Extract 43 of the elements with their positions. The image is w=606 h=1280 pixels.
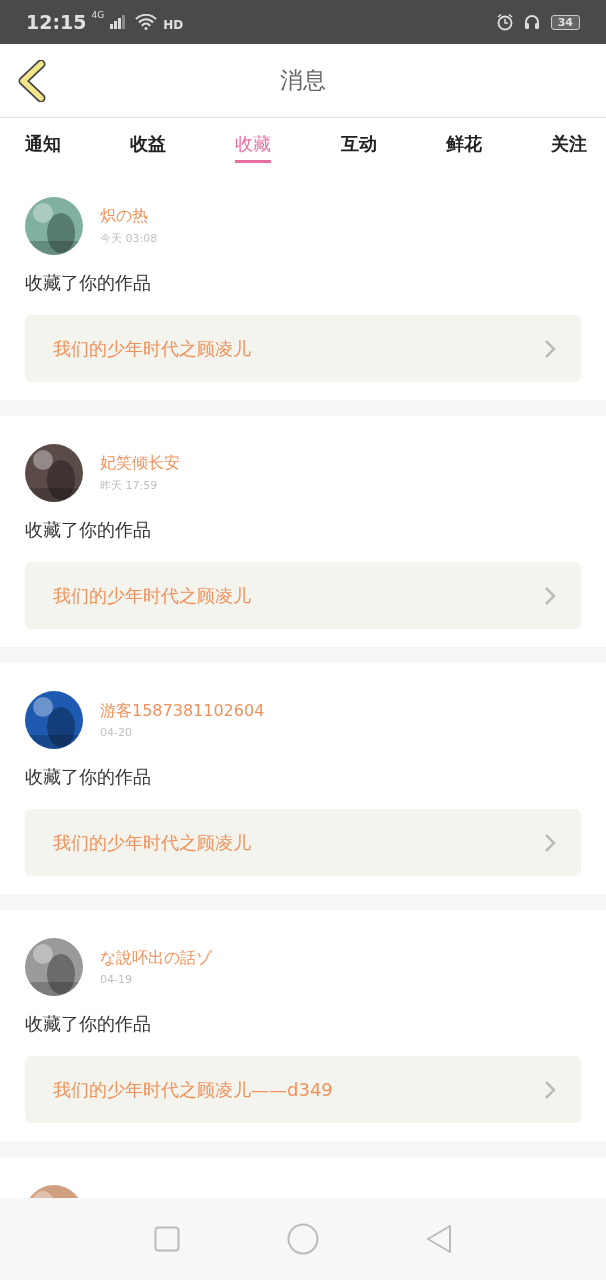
back-nav-icon[interactable] bbox=[426, 1224, 453, 1254]
message-time: 昨天 17:59 bbox=[100, 478, 159, 493]
work-title: 我们的少年时代之顾凌儿 bbox=[53, 830, 251, 855]
tab[interactable]: 互动 bbox=[325, 118, 392, 163]
work-title: 我们的少年时代之顾凌儿——d349 bbox=[53, 1077, 333, 1102]
page-title: 消息 bbox=[280, 66, 326, 95]
work-link[interactable]: 我们的少年时代之顾凌儿 bbox=[25, 315, 581, 382]
message-text: 收藏了你的作品 bbox=[25, 518, 152, 542]
user-name[interactable]: 游客1587381102604 bbox=[100, 701, 265, 722]
clock-time: 12:15 bbox=[26, 11, 87, 33]
hd-label: HD bbox=[163, 18, 184, 32]
work-link[interactable]: 我们的少年时代之顾凌儿——d349 bbox=[25, 1056, 581, 1123]
work-link[interactable]: 我们的少年时代之顾凌儿 bbox=[25, 809, 581, 876]
alarm-icon bbox=[495, 13, 514, 31]
work-link[interactable]: 我们的少年时代之顾凌儿 bbox=[25, 562, 581, 629]
wifi-icon bbox=[135, 14, 158, 30]
battery-indicator: 34 bbox=[550, 14, 580, 30]
user-name[interactable]: な說吥出の話ゾ bbox=[100, 948, 212, 969]
network-type: 4G bbox=[91, 10, 105, 20]
message-time: 今天 03:08 bbox=[100, 231, 158, 246]
chevron-right-icon bbox=[544, 1079, 556, 1100]
tab[interactable]: 通知 bbox=[10, 118, 76, 163]
message-time: 04-20 bbox=[100, 726, 133, 739]
tab[interactable]: 关注 bbox=[535, 118, 602, 163]
headphones-icon bbox=[522, 13, 541, 31]
tab[interactable]: 收藏 bbox=[235, 118, 272, 163]
back-icon[interactable] bbox=[17, 60, 47, 102]
work-title: 我们的少年时代之顾凌儿 bbox=[53, 583, 251, 608]
chevron-right-icon bbox=[544, 338, 556, 359]
signal-icon bbox=[110, 15, 127, 29]
chevron-right-icon bbox=[544, 585, 556, 606]
work-title: 我们的少年时代之顾凌儿 bbox=[53, 336, 251, 361]
tab[interactable]: 收益 bbox=[115, 118, 182, 163]
home-icon[interactable] bbox=[287, 1223, 319, 1255]
user-name[interactable]: 妃笑倾长安 bbox=[100, 453, 180, 474]
chevron-right-icon bbox=[544, 832, 556, 853]
recents-icon[interactable] bbox=[153, 1226, 180, 1252]
tab[interactable]: 鲜花 bbox=[430, 118, 497, 163]
message-time: 04-19 bbox=[100, 973, 133, 986]
message-text: 收藏了你的作品 bbox=[25, 1012, 152, 1036]
message-text: 收藏了你的作品 bbox=[25, 271, 152, 295]
message-text: 收藏了你的作品 bbox=[25, 765, 152, 789]
user-name[interactable]: 炽の热 bbox=[100, 206, 158, 227]
